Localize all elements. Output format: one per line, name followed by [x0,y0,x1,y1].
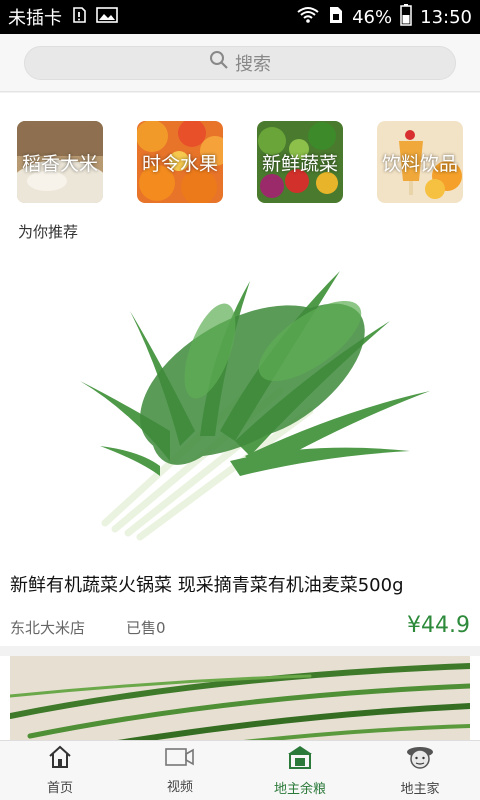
image-notification-icon [96,6,118,29]
grain-icon [286,744,314,774]
home-icon [47,745,73,773]
video-icon [165,746,195,772]
category-label: 稻香大米 [21,152,98,175]
nav-home[interactable]: 首页 [0,741,120,800]
category-row: 稻香大米 时令水果 新鲜蔬菜 饮料饮品 [0,121,480,203]
category-rice[interactable]: 稻香大米 [17,121,103,203]
nav-video[interactable]: 视频 [120,741,240,800]
search-placeholder: 搜索 [235,53,271,75]
search-icon [209,50,229,75]
product-meta: 东北大米店 已售0 ¥44.9 [10,613,470,641]
status-right: 46% 13:50 [296,3,472,31]
category-label: 饮料饮品 [381,152,458,175]
category-fruit[interactable]: 时令水果 [137,121,223,203]
status-left: 未插卡 [8,4,118,30]
sim-icon [328,5,344,30]
nav-grain[interactable]: 地主余粮 [240,741,360,800]
main-content[interactable]: 稻香大米 时令水果 新鲜蔬菜 饮料饮品 为你推荐 新鲜有机蔬菜火锅菜 现采摘青菜… [0,93,480,740]
status-bar: 未插卡 46% 13:50 [0,0,480,34]
recommend-title: 为你推荐 [18,223,79,241]
carrier-text: 未插卡 [8,8,62,29]
clock: 13:50 [420,6,472,28]
grain-plant-image [10,656,470,740]
bottom-nav: 首页 视频 地主余粮 地主家 [0,740,480,800]
mizuna-image [10,261,470,561]
nav-label: 视频 [166,780,193,795]
shop-name[interactable]: 东北大米店 [10,617,126,638]
sold-count: 已售0 [126,618,166,637]
search-input[interactable]: 搜索 [24,45,456,80]
farmer-icon [406,744,434,774]
product-image[interactable] [10,261,470,561]
nav-farmer[interactable]: 地主家 [360,741,480,800]
category-label: 时令水果 [141,152,218,175]
nav-label: 地主家 [400,782,440,797]
category-vegetable[interactable]: 新鲜蔬菜 [257,121,343,203]
category-label: 新鲜蔬菜 [261,152,338,175]
no-sim-icon [70,6,88,29]
nav-label: 地主余粮 [273,782,326,797]
product-image-next[interactable] [10,656,470,740]
product-name[interactable]: 新鲜有机蔬菜火锅菜 现采摘青菜有机油麦菜500g [10,571,480,597]
product-price: ¥44.9 [407,613,470,638]
battery-icon [400,3,412,31]
search-header: 搜索 [0,34,480,92]
wifi-icon [296,6,320,29]
nav-label: 首页 [46,781,73,796]
divider [0,646,480,656]
category-drinks[interactable]: 饮料饮品 [377,121,463,203]
battery-percent: 46% [352,6,393,28]
